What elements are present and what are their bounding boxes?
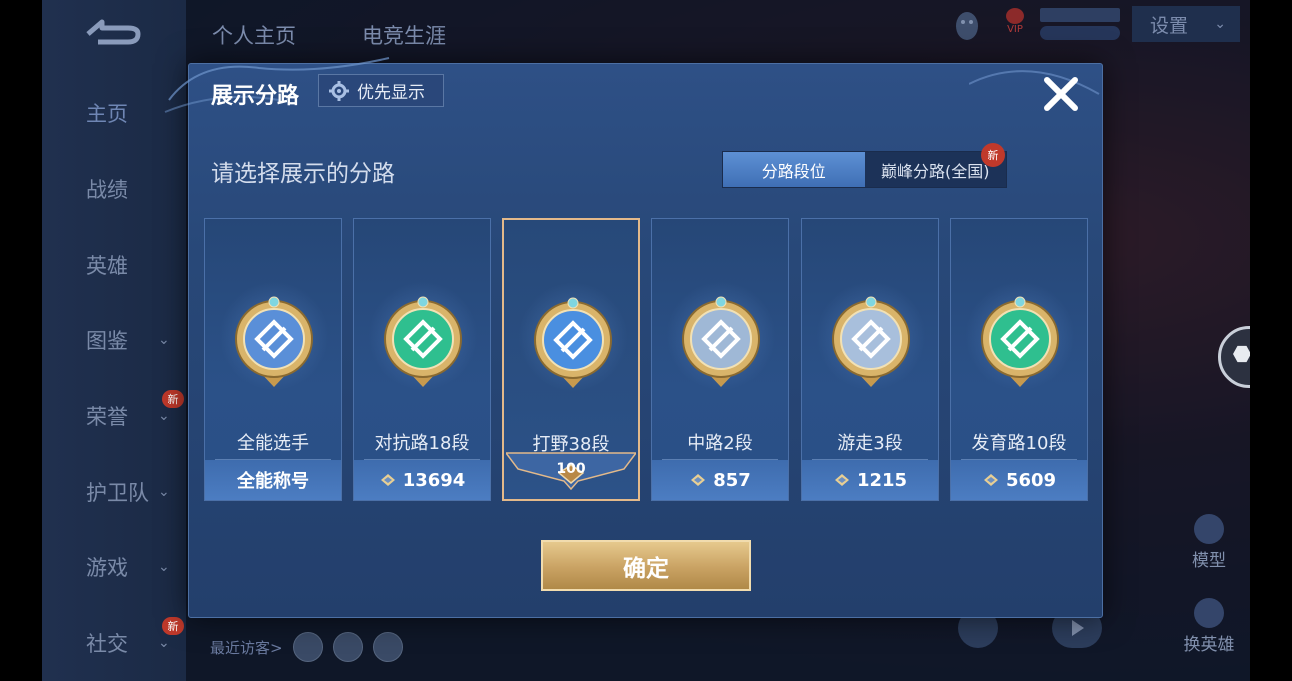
lane-rank-label: 中路2段	[687, 433, 753, 454]
back-arrow-icon[interactable]	[80, 18, 144, 50]
dialog-title: 展示分路	[211, 84, 300, 109]
model-button[interactable]: 模型	[1174, 514, 1244, 571]
sidebar-item[interactable]: 游戏 ⌄	[42, 547, 186, 587]
sidebar-item-label: 战绩	[86, 178, 128, 202]
chevron-down-icon: ⌄	[158, 484, 170, 500]
lane-display-dialog: 展示分路 优先显示 请选择展示的分路 分路段位 巅峰分路(全国) 新 全能选手全…	[164, 57, 1103, 618]
settings-button[interactable]: 设置 ⌄	[1132, 6, 1240, 42]
qq-penguin-icon[interactable]	[952, 8, 982, 42]
lane-points-icon	[983, 474, 998, 486]
right-letterbox	[1250, 0, 1292, 681]
lane-rank-label: 对抗路18段	[374, 433, 470, 454]
lane-card[interactable]: 对抗路18段 13694	[353, 218, 491, 501]
sidebar-item-label: 社交	[86, 632, 128, 656]
status-pill-2	[1040, 26, 1120, 40]
crown-icon	[1006, 8, 1024, 24]
sidebar-item-label: 荣誉	[86, 405, 128, 429]
chevron-down-icon: ⌄	[1214, 16, 1226, 32]
visitors-label: 最近访客>	[210, 638, 283, 657]
lane-points-icon	[834, 474, 849, 486]
lane-points-bar: 857	[652, 460, 788, 500]
gear-icon	[329, 80, 349, 101]
lane-card[interactable]: 游走3段 1215	[801, 218, 939, 501]
jungle-emblem-icon	[534, 297, 612, 388]
lane-cards: 全能选手 全能称号 对抗路18段 13694 打野38段 100 中路2段 857 游走3段 12…	[204, 218, 1089, 503]
new-badge: 新	[162, 617, 184, 635]
sidebar-item-label: 护卫队	[86, 481, 149, 505]
lane-card[interactable]: 打野38段 100	[502, 218, 640, 501]
lane-card[interactable]: 中路2段 857	[651, 218, 789, 501]
model-label: 模型	[1192, 551, 1226, 571]
sidebar-item[interactable]: 图鉴 ⌄	[42, 320, 186, 360]
sidebar-item[interactable]: 英雄	[42, 245, 186, 285]
tab-lane-rank[interactable]: 分路段位	[723, 152, 865, 187]
left-letterbox	[0, 0, 42, 681]
switch-hero-button[interactable]: 换英雄	[1174, 598, 1244, 655]
star-count: 100	[556, 461, 586, 477]
lane-card[interactable]: 发育路10段 5609	[950, 218, 1088, 501]
switch-hero-label: 换英雄	[1183, 635, 1235, 655]
new-badge: 新	[981, 143, 1005, 167]
sidebar-item-label: 英雄	[86, 254, 128, 278]
lane-mode-tabs: 分路段位 巅峰分路(全国) 新	[722, 143, 1007, 188]
farm-lane-emblem-icon	[981, 296, 1059, 387]
sidebar-item[interactable]: 护卫队 ⌄	[42, 472, 186, 512]
priority-label: 优先显示	[357, 83, 425, 103]
visitor-avatar[interactable]	[372, 632, 403, 662]
switch-hero-icon	[1194, 598, 1224, 628]
status-pill-1	[1040, 8, 1120, 22]
sidebar-item[interactable]: 战绩	[42, 169, 186, 209]
lane-points-bar: 5609	[951, 460, 1087, 500]
sidebar-item-label: 主页	[86, 102, 128, 126]
allround-emblem-icon	[235, 296, 313, 387]
tab-esports[interactable]: 电竞生涯	[362, 20, 446, 50]
lane-rank-label: 全能选手	[237, 433, 309, 454]
priority-display-button[interactable]: 优先显示	[318, 74, 444, 107]
confirm-button[interactable]: 确定	[541, 540, 751, 591]
roam-emblem-icon	[832, 296, 910, 387]
mid-lane-emblem-icon	[682, 296, 760, 387]
top-right-status: VIP	[952, 6, 1122, 44]
sidebar-item[interactable]: 社交 ⌄ 新	[42, 617, 186, 663]
visitor-avatar[interactable]	[292, 632, 323, 662]
cloud-ornament-icon	[969, 70, 1100, 95]
lane-rank-label: 发育路10段	[971, 433, 1067, 454]
tab-profile[interactable]: 个人主页	[212, 20, 296, 50]
sidebar-item[interactable]: 荣誉 ⌄ 新	[42, 390, 186, 436]
chevron-down-icon: ⌄	[158, 559, 170, 575]
lane-points-value: 857	[713, 469, 751, 491]
lane-points-bar: 1215	[802, 460, 938, 500]
lane-rank-label: 游走3段	[837, 433, 903, 454]
close-icon[interactable]	[1041, 74, 1081, 114]
settings-label: 设置	[1150, 14, 1189, 37]
lane-points-icon	[691, 474, 706, 486]
lane-points-icon	[380, 474, 395, 486]
chevron-down-icon: ⌄	[158, 408, 170, 424]
sidebar-item-label: 游戏	[86, 556, 128, 580]
lane-points-value: 13694	[402, 469, 466, 491]
new-badge: 新	[162, 390, 184, 408]
lane-points-value: 1215	[856, 469, 908, 491]
visitor-avatar[interactable]	[332, 632, 363, 662]
floating-assist-button[interactable]	[1218, 326, 1250, 388]
clash-lane-emblem-icon	[384, 296, 462, 387]
chevron-down-icon: ⌄	[158, 332, 170, 348]
lane-points-bar: 13694	[354, 460, 490, 500]
model-icon	[1194, 514, 1224, 544]
lane-points-value: 全能称号	[237, 471, 309, 492]
dialog-subtitle: 请选择展示的分路	[211, 161, 395, 187]
recent-visitors[interactable]: 最近访客>	[210, 632, 403, 662]
vip-label: VIP	[1007, 24, 1023, 35]
lane-points-bar: 全能称号	[205, 460, 341, 500]
chevron-down-icon: ⌄	[158, 635, 170, 651]
vip-badge[interactable]: VIP	[1002, 8, 1028, 40]
sidebar-item-label: 图鉴	[86, 329, 128, 353]
lane-points-value: 5609	[1005, 469, 1057, 491]
lane-card[interactable]: 全能选手 全能称号	[204, 218, 342, 501]
